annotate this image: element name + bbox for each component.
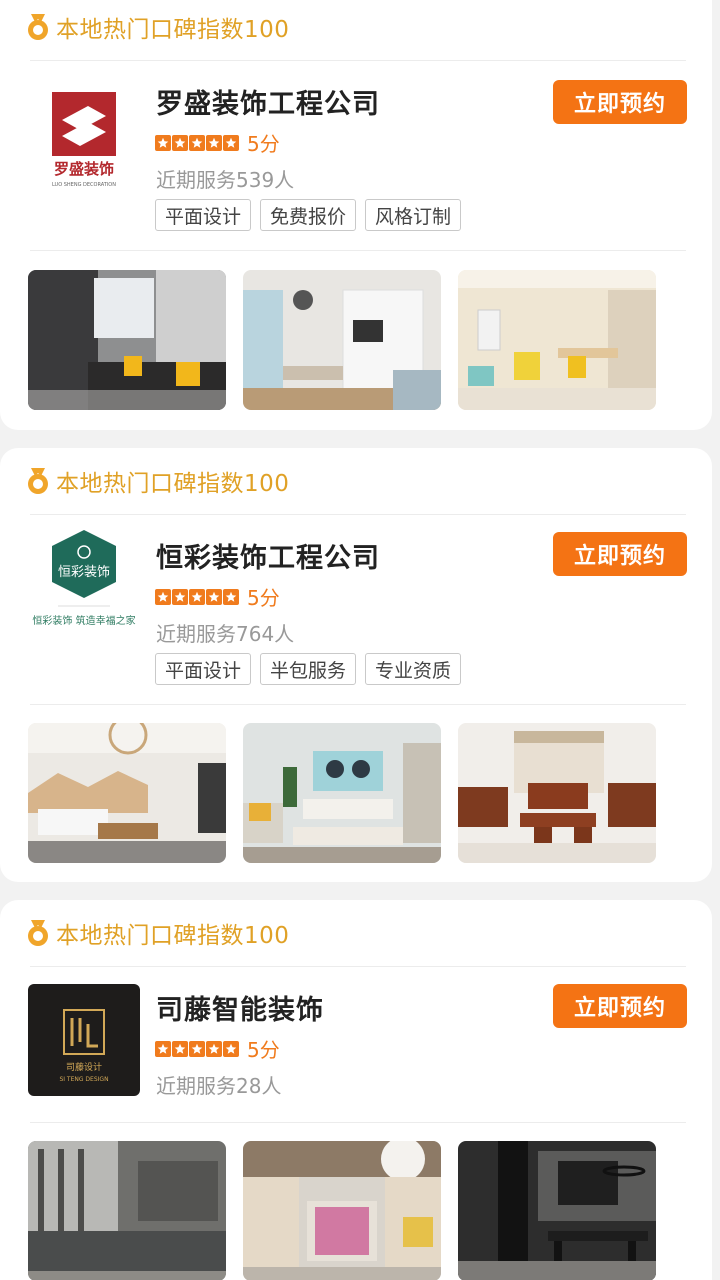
- star-icon: [206, 588, 222, 605]
- star-icon: [206, 134, 222, 151]
- rating-stars: 5分: [155, 1034, 280, 1063]
- divider: [30, 1122, 686, 1123]
- logo-sub: 恒彩装饰 筑造幸福之家: [32, 614, 135, 627]
- medal-icon: [26, 13, 50, 41]
- divider: [30, 966, 686, 967]
- divider: [30, 514, 686, 515]
- star-icon: [223, 1040, 239, 1057]
- reputation-banner: 本地热门口碑指数100: [26, 916, 289, 950]
- logo-sub: SI TENG DESIGN: [59, 1076, 108, 1083]
- served-count: 近期服务764人: [156, 622, 295, 646]
- case-photo[interactable]: [28, 270, 226, 410]
- star-icon: [189, 1040, 205, 1057]
- service-tag: 风格订制: [365, 199, 462, 231]
- star-icon: [172, 134, 188, 151]
- star-icon: [155, 588, 171, 605]
- case-photo[interactable]: [458, 723, 656, 863]
- star-icon: [155, 134, 171, 151]
- divider: [30, 60, 686, 61]
- company-card[interactable]: 本地热门口碑指数100 司藤设计 SI TENG DESIGN 司藤智能装饰 5…: [0, 900, 712, 1280]
- case-photo[interactable]: [458, 270, 656, 410]
- service-tag: 半包服务: [260, 653, 357, 685]
- star-icon: [223, 134, 239, 151]
- medal-icon: [26, 919, 50, 947]
- logo-sub: LUO SHENG DECORATION: [52, 182, 116, 188]
- banner-text: 本地热门口碑指数100: [56, 471, 290, 497]
- served-count: 近期服务539人: [156, 168, 295, 192]
- service-tag: 平面设计: [155, 653, 252, 685]
- service-tag: 平面设计: [155, 199, 252, 231]
- case-photo[interactable]: [243, 723, 441, 863]
- case-photo[interactable]: [28, 723, 226, 863]
- book-now-button[interactable]: 立即预约: [553, 984, 687, 1028]
- banner-text: 本地热门口碑指数100: [56, 17, 290, 43]
- company-name[interactable]: 司藤智能装饰: [156, 988, 324, 1027]
- star-icon: [189, 134, 205, 151]
- star-icon: [155, 1040, 171, 1057]
- rating-score: 5分: [247, 586, 280, 610]
- divider: [30, 704, 686, 705]
- reputation-banner: 本地热门口碑指数100: [26, 10, 289, 44]
- banner-text: 本地热门口碑指数100: [56, 923, 290, 949]
- logo-text: 司藤设计: [66, 1061, 102, 1073]
- star-icon: [172, 1040, 188, 1057]
- case-photo[interactable]: [28, 1141, 226, 1280]
- company-name[interactable]: 恒彩装饰工程公司: [156, 536, 380, 575]
- company-feed: 本地热门口碑指数100 罗盛装饰 LUO SHENG DECORATION 罗盛…: [0, 0, 720, 1280]
- company-card[interactable]: 本地热门口碑指数100 罗盛装饰 LUO SHENG DECORATION 罗盛…: [0, 0, 712, 430]
- service-tags: 平面设计 免费报价 风格订制: [155, 199, 470, 231]
- star-icon: [172, 588, 188, 605]
- book-now-button[interactable]: 立即预约: [553, 80, 687, 124]
- case-photo[interactable]: [458, 1141, 656, 1280]
- company-logo[interactable]: 恒彩装饰 恒彩装饰 筑造幸福之家: [28, 528, 140, 640]
- company-name[interactable]: 罗盛装饰工程公司: [156, 82, 380, 121]
- divider: [30, 250, 686, 251]
- case-photo[interactable]: [243, 1141, 441, 1280]
- book-now-button[interactable]: 立即预约: [553, 532, 687, 576]
- company-card[interactable]: 本地热门口碑指数100 恒彩装饰 恒彩装饰 筑造幸福之家 恒彩装饰工程公司 5分…: [0, 448, 712, 882]
- company-logo[interactable]: 罗盛装饰 LUO SHENG DECORATION: [28, 80, 140, 192]
- medal-icon: [26, 467, 50, 495]
- rating-stars: 5分: [155, 128, 280, 157]
- company-logo[interactable]: 司藤设计 SI TENG DESIGN: [28, 984, 140, 1096]
- star-icon: [189, 588, 205, 605]
- served-count: 近期服务28人: [156, 1074, 282, 1098]
- logo-text: 罗盛装饰: [54, 160, 114, 178]
- case-photo[interactable]: [243, 270, 441, 410]
- rating-score: 5分: [247, 132, 280, 156]
- rating-score: 5分: [247, 1038, 280, 1062]
- star-icon: [223, 588, 239, 605]
- rating-stars: 5分: [155, 582, 280, 611]
- service-tag: 免费报价: [260, 199, 357, 231]
- service-tag: 专业资质: [365, 653, 462, 685]
- logo-text: 恒彩装饰: [58, 565, 110, 580]
- service-tags: 平面设计 半包服务 专业资质: [155, 653, 470, 685]
- star-icon: [206, 1040, 222, 1057]
- reputation-banner: 本地热门口碑指数100: [26, 464, 289, 498]
